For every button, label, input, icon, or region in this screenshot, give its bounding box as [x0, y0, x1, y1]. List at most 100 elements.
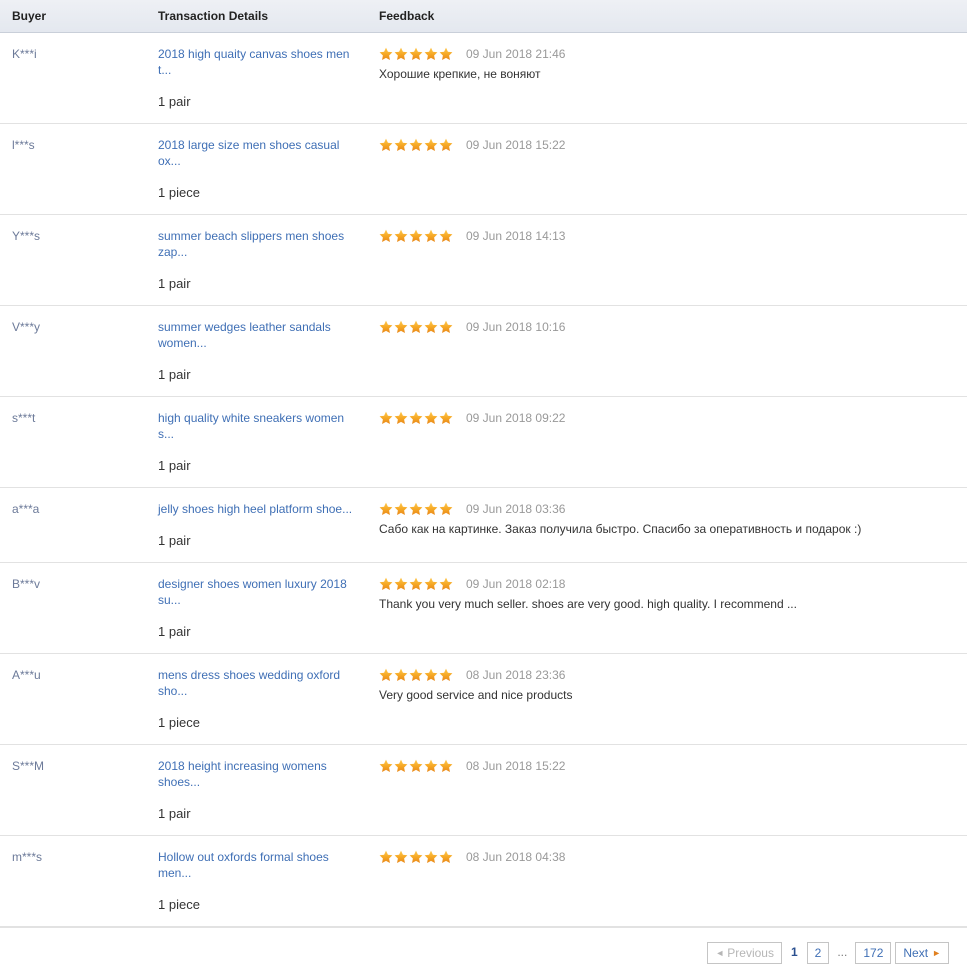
buyer-name: l***s [12, 137, 35, 152]
table-row: m***s Hollow out oxfords formal shoes men… [0, 835, 967, 927]
table-row: Y***s summer beach slippers men shoes zap… [0, 214, 967, 306]
pagination-page-2[interactable]: 2 [806, 941, 830, 964]
cell-buyer: l***s [0, 123, 144, 215]
cell-transaction-details: 2018 high quaity canvas shoes men t... 1 … [144, 32, 374, 124]
star-icon [439, 138, 453, 152]
star-icon [379, 850, 393, 864]
table-row: a***a jelly shoes high heel platform shoe… [0, 487, 967, 563]
quantity-label: 1 pair [158, 457, 191, 473]
feedback-header: 09 Jun 2018 09:22 [379, 410, 959, 426]
cell-buyer: a***a [0, 487, 144, 563]
buyer-name: m***s [12, 849, 43, 864]
pagination-container: ◄ Previous 1 2 ... 172 Next ► [0, 927, 967, 964]
star-icon [424, 229, 438, 243]
star-icon [394, 850, 408, 864]
pagination-page-last[interactable]: 172 [855, 941, 892, 964]
table-row: S***M 2018 height increasing womens shoes… [0, 744, 967, 836]
pagination-page-current: 1 [790, 944, 798, 959]
rating-stars [379, 410, 454, 425]
star-icon [409, 229, 423, 243]
star-icon [394, 759, 408, 773]
buyer-name: S***M [12, 758, 45, 773]
table-row: B***v designer shoes women luxury 2018 su… [0, 562, 967, 654]
cell-buyer: S***M [0, 744, 144, 836]
feedback-header: 09 Jun 2018 21:46 [379, 46, 959, 62]
star-icon [439, 668, 453, 682]
cell-feedback: 09 Jun 2018 15:22 [374, 123, 967, 215]
star-icon [379, 138, 393, 152]
product-link[interactable]: 2018 height increasing womens shoes... [158, 758, 354, 790]
feedback-header: 08 Jun 2018 15:22 [379, 758, 959, 774]
star-icon [424, 850, 438, 864]
product-link[interactable]: 2018 high quaity canvas shoes men t... [158, 46, 354, 78]
star-icon [439, 411, 453, 425]
triangle-right-icon: ► [932, 947, 941, 958]
cell-feedback: 09 Jun 2018 09:22 [374, 396, 967, 488]
product-link[interactable]: Hollow out oxfords formal shoes men... [158, 849, 354, 881]
star-icon [379, 577, 393, 591]
pagination-previous-label: Previous [727, 945, 774, 960]
star-icon [439, 229, 453, 243]
product-link[interactable]: summer wedges leather sandals women... [158, 319, 354, 351]
feedback-date: 09 Jun 2018 15:22 [466, 137, 566, 152]
star-icon [394, 138, 408, 152]
cell-feedback: 09 Jun 2018 03:36 Сабо как на картинке. З… [374, 487, 967, 563]
feedback-header: 09 Jun 2018 10:16 [379, 319, 959, 335]
feedback-comment-empty [379, 865, 959, 886]
feedback-comment: Сабо как на картинке. Заказ получила быс… [379, 521, 862, 536]
pagination-next-label: Next [903, 945, 929, 960]
star-icon [409, 502, 423, 516]
feedback-comment-empty [379, 153, 959, 174]
star-icon [409, 47, 423, 61]
cell-transaction-details: mens dress shoes wedding oxford sho... 1 … [144, 653, 374, 745]
star-icon [439, 759, 453, 773]
pagination-next-button[interactable]: Next ► [895, 941, 949, 964]
pagination-previous-button[interactable]: ◄ Previous [707, 941, 782, 964]
product-link[interactable]: summer beach slippers men shoes zap... [158, 228, 354, 260]
star-icon [394, 320, 408, 334]
star-icon [394, 668, 408, 682]
rating-stars [379, 667, 454, 682]
star-icon [409, 577, 423, 591]
star-icon [439, 502, 453, 516]
rating-stars [379, 576, 454, 591]
product-link[interactable]: mens dress shoes wedding oxford sho... [158, 667, 354, 699]
cell-feedback: 08 Jun 2018 04:38 [374, 835, 967, 927]
product-link[interactable]: 2018 large size men shoes casual ox... [158, 137, 354, 169]
star-icon [379, 502, 393, 516]
star-icon [379, 229, 393, 243]
feedback-comment: Very good service and nice products [379, 687, 573, 702]
feedback-date: 08 Jun 2018 23:36 [466, 667, 566, 682]
column-header-transaction-details: Transaction Details [144, 0, 374, 33]
star-icon [379, 411, 393, 425]
rating-stars [379, 137, 454, 152]
rating-stars [379, 849, 454, 864]
column-header-feedback: Feedback [374, 0, 967, 33]
rating-stars [379, 501, 454, 516]
pagination-ellipsis: ... [837, 944, 848, 959]
feedback-header: 09 Jun 2018 15:22 [379, 137, 959, 153]
cell-buyer: A***u [0, 653, 144, 745]
product-link[interactable]: high quality white sneakers women s... [158, 410, 354, 442]
star-icon [409, 411, 423, 425]
star-icon [424, 320, 438, 334]
buyer-name: K***i [12, 46, 37, 61]
feedback-date: 09 Jun 2018 03:36 [466, 501, 566, 516]
star-icon [439, 850, 453, 864]
cell-feedback: 09 Jun 2018 10:16 [374, 305, 967, 397]
star-icon [379, 759, 393, 773]
star-icon [409, 759, 423, 773]
table-row: l***s 2018 large size men shoes casual ox… [0, 123, 967, 215]
buyer-name: Y***s [12, 228, 41, 243]
cell-transaction-details: summer beach slippers men shoes zap... 1 … [144, 214, 374, 306]
cell-transaction-details: jelly shoes high heel platform shoe... 1 … [144, 487, 374, 563]
star-icon [424, 668, 438, 682]
cell-feedback: 09 Jun 2018 21:46 Хорошие крепкие, не вон… [374, 32, 967, 124]
star-icon [409, 138, 423, 152]
buyer-name: a***a [12, 501, 40, 516]
feedback-date: 09 Jun 2018 02:18 [466, 576, 566, 591]
cell-feedback: 08 Jun 2018 23:36 Very good service and n… [374, 653, 967, 745]
product-link[interactable]: jelly shoes high heel platform shoe... [158, 501, 354, 517]
star-icon [379, 668, 393, 682]
product-link[interactable]: designer shoes women luxury 2018 su... [158, 576, 354, 608]
